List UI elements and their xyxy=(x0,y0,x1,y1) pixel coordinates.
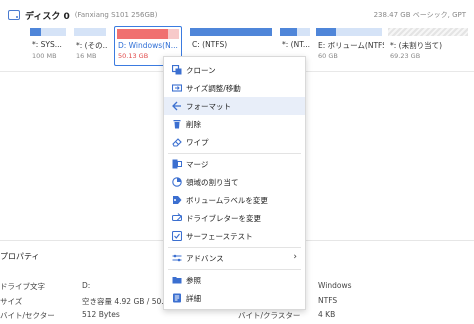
usage-bar xyxy=(316,28,382,36)
menu-item-label: 領域の割り当て xyxy=(186,178,239,187)
property-key: サイズ xyxy=(0,297,23,306)
volume-label-icon xyxy=(173,196,182,204)
menu-item-details[interactable]: 詳細 xyxy=(164,289,305,307)
usage-bar xyxy=(30,28,66,36)
usage-fill xyxy=(30,28,41,36)
property-key: バイト/セクター xyxy=(0,311,55,320)
property-key: ドライブ文字 xyxy=(0,282,45,291)
chevron-right-icon: › xyxy=(293,252,297,262)
menu-item-wipe[interactable]: ワイプ xyxy=(164,133,305,151)
menu-item-clone[interactable]: クローン xyxy=(164,61,305,79)
usage-bar xyxy=(190,28,272,36)
clone-icon xyxy=(172,65,182,75)
menu-item-delete[interactable]: 削除 xyxy=(164,115,305,133)
menu-item-browse[interactable]: 参照 xyxy=(164,271,305,289)
menu-item-surface-test[interactable]: サーフェーステスト xyxy=(164,227,305,245)
disk-icon xyxy=(8,10,20,20)
usage-bar xyxy=(117,29,179,39)
property-value: 4 KB xyxy=(318,310,336,319)
format-icon xyxy=(172,101,181,111)
browse-icon xyxy=(172,277,182,284)
resize-move-icon xyxy=(172,84,182,92)
menu-separator xyxy=(168,153,301,154)
properties-title: プロパティ xyxy=(0,252,40,261)
property-value: D: xyxy=(82,281,91,290)
property-value: NTFS xyxy=(318,296,338,305)
disk-header: ディスク 0 (Fanxiang S101 256GB) 238.47 GB ベ… xyxy=(8,8,466,22)
menu-item-label: フォーマット xyxy=(186,102,231,111)
menu-item-label: 参照 xyxy=(186,276,201,285)
partition-label: C: (NTFS) xyxy=(192,40,228,49)
partition-label: E: ボリューム(NTFS xyxy=(318,41,384,50)
partition-sys[interactable]: *: SYS... 100 MB xyxy=(30,28,66,66)
menu-separator xyxy=(168,247,301,248)
partition-e-volume[interactable]: E: ボリューム(NTFS 60 GB xyxy=(316,28,384,66)
menu-item-label: マージ xyxy=(186,160,209,169)
unallocated-bar xyxy=(388,28,468,36)
partition-size: 16 MB xyxy=(76,52,97,60)
disk-info: 238.47 GB ベーシック, GPT xyxy=(373,11,466,19)
advanced-icon xyxy=(172,254,182,262)
disk-name: ディスク 0 xyxy=(25,11,70,22)
surface-test-icon xyxy=(172,231,182,241)
delete-icon xyxy=(173,120,181,129)
menu-item-label: 詳細 xyxy=(186,294,201,303)
menu-item-label: サーフェーステスト xyxy=(186,232,253,241)
partition-other[interactable]: *: (その... 16 MB xyxy=(74,28,108,66)
details-icon xyxy=(173,293,181,303)
menu-item-allocate-space[interactable]: 領域の割り当て xyxy=(164,173,305,191)
property-value: Windows xyxy=(318,281,352,290)
wipe-icon xyxy=(172,138,182,147)
usage-bar xyxy=(280,28,310,36)
drive-letter-icon xyxy=(172,213,182,222)
menu-item-label: アドバンス xyxy=(186,254,224,263)
partition-label: *: (NT... xyxy=(282,40,311,49)
partition-size: 60 GB xyxy=(318,52,338,60)
partition-label: *: SYS... xyxy=(32,40,62,49)
usage-fill xyxy=(280,28,297,36)
menu-item-label: ドライブレターを変更 xyxy=(186,214,261,223)
partition-label: *: (未割り当て) xyxy=(390,41,443,50)
menu-item-label: ワイプ xyxy=(186,138,209,147)
usage-bar xyxy=(74,28,106,36)
menu-item-volume-label[interactable]: ボリュームラベルを変更 xyxy=(164,191,305,209)
menu-separator xyxy=(168,269,301,270)
partition-size: 69.23 GB xyxy=(390,52,421,60)
property-row: バイト/セクター 512 Bytes バイト/クラスター 4 KB xyxy=(0,310,474,322)
property-key: バイト/クラスター xyxy=(238,311,301,320)
usage-fill xyxy=(316,28,336,36)
property-value: 512 Bytes xyxy=(82,310,120,319)
menu-item-label: サイズ調整/移動 xyxy=(186,84,241,93)
partition-context-menu: クローン サイズ調整/移動 フォーマット 削除 ワイプ マージ 領域の割り当て … xyxy=(163,56,306,310)
menu-item-advanced[interactable]: アドバンス › xyxy=(164,249,305,267)
partition-label: D: Windows(N... xyxy=(118,41,178,50)
partition-unallocated[interactable]: *: (未割り当て) 69.23 GB xyxy=(388,28,468,66)
menu-item-label: 削除 xyxy=(186,120,201,129)
menu-item-merge[interactable]: マージ xyxy=(164,155,305,173)
usage-fill xyxy=(190,28,272,36)
menu-item-label: クローン xyxy=(186,66,216,75)
menu-item-label: ボリュームラベルを変更 xyxy=(186,196,268,205)
menu-item-resize-move[interactable]: サイズ調整/移動 xyxy=(164,79,305,97)
usage-fill xyxy=(117,29,168,39)
menu-item-format[interactable]: フォーマット xyxy=(164,97,305,115)
partition-size: 100 MB xyxy=(32,52,57,60)
property-value: 空き容量 4.92 GB / 50.1 xyxy=(82,297,169,306)
disk-model: (Fanxiang S101 256GB) xyxy=(74,11,158,19)
allocate-space-icon xyxy=(172,177,182,187)
menu-item-drive-letter[interactable]: ドライブレターを変更 xyxy=(164,209,305,227)
partition-label: *: (その... xyxy=(76,41,108,50)
partition-size: 50.13 GB xyxy=(118,52,149,60)
merge-icon xyxy=(172,159,182,169)
